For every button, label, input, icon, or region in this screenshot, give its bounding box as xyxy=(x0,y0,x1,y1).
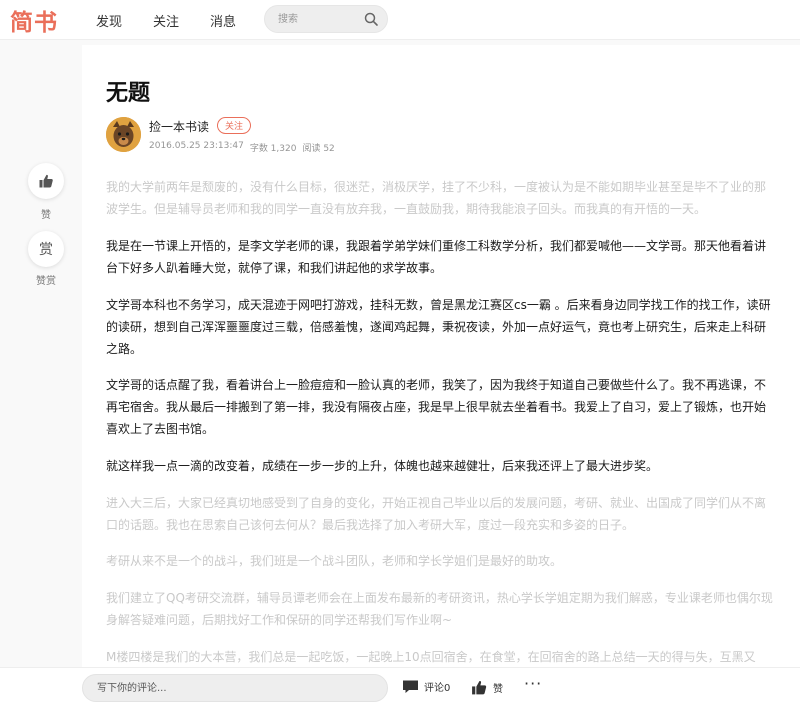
publish-date: 2016.05.25 23:13:47 xyxy=(149,141,244,151)
comment-button[interactable]: 评论0 xyxy=(402,679,450,694)
follow-button[interactable]: 关注 xyxy=(217,117,251,134)
author-avatar[interactable] xyxy=(106,117,141,152)
reward-label: 赞赏 xyxy=(36,276,56,287)
paragraph: 考研从来不是一个的战斗，我们班是一个战斗团队，老师和学长学姐们是最好的助攻。 xyxy=(106,554,563,568)
paragraph: 文学哥的话点醒了我，看着讲台上一脸痘痘和一脸认真的老师，我笑了，因为我终于知道自… xyxy=(106,378,767,436)
like-text: 赞 xyxy=(493,684,503,695)
paragraph: M楼四楼是我们的大本营，我们总是一起吃饭，一起晚上10点回宿舍，在食堂，在回宿舍… xyxy=(106,650,756,664)
reward-icon: 赏 xyxy=(39,242,53,258)
paragraph: 我们建立了QQ考研交流群，辅导员谭老师会在上面发布最新的考研资讯，热心学长学姐定… xyxy=(106,591,773,627)
thumbs-up-icon xyxy=(39,174,53,188)
like-label: 赞 xyxy=(41,210,51,221)
word-count: 字数 1,320 xyxy=(249,144,297,154)
comment-input[interactable] xyxy=(82,674,388,702)
comment-count: 评论0 xyxy=(424,683,451,694)
paragraph: 进入大三后，大家已经真切地感受到了自身的变化，开始正视自己毕业以后的发展问题，考… xyxy=(106,496,767,532)
paragraph: 就这样我一点一滴的改变着，成绩在一步一步的上升，体魄也越来越健壮，后来我还评上了… xyxy=(106,459,659,473)
article-meta: 2016.05.25 23:13:47 字数 1,320 阅读 52 xyxy=(149,141,335,154)
search-input[interactable] xyxy=(265,6,361,32)
search-box xyxy=(264,5,388,33)
paragraph: 我的大学前两年是颓废的，没有什么目标，很迷茫，消极厌学，挂了不少科，一度被认为是… xyxy=(106,180,767,216)
search-icon[interactable] xyxy=(363,11,379,27)
jianshu-logo[interactable]: 简书 xyxy=(10,3,58,37)
comment-icon xyxy=(403,680,418,693)
more-options-icon[interactable]: ··· xyxy=(524,674,542,693)
like-button[interactable] xyxy=(28,163,64,199)
nav-follow[interactable]: 关注 xyxy=(153,11,179,30)
article-title: 无题 xyxy=(106,81,151,106)
bottom-action-bar: 评论0 赞 ··· xyxy=(0,667,800,714)
bottom-like-button[interactable]: 赞 xyxy=(470,679,503,696)
paragraph: 我是在一节课上开悟的，是李文学老师的课，我跟着学弟学妹们重修工科数学分析，我们都… xyxy=(106,239,767,275)
nav-messages[interactable]: 消息 xyxy=(210,11,236,30)
nav-discover[interactable]: 发现 xyxy=(96,11,122,30)
thumbs-up-icon xyxy=(472,681,487,695)
article-card: 无题 捡一本书读 关注 2016.05.25 23:13:47 字数 1,320… xyxy=(82,45,800,667)
reward-button[interactable]: 赏 xyxy=(28,231,64,267)
dog-avatar-icon xyxy=(106,117,141,152)
top-nav-bar: 简书 发现 关注 消息 xyxy=(0,0,800,40)
paragraph: 文学哥本科也不务学习，成天混迹于网吧打游戏，挂科无数，曾是黑龙江赛区cs一霸 。… xyxy=(106,298,771,356)
author-name[interactable]: 捡一本书读 xyxy=(149,118,209,135)
read-count: 阅读 52 xyxy=(302,144,335,154)
